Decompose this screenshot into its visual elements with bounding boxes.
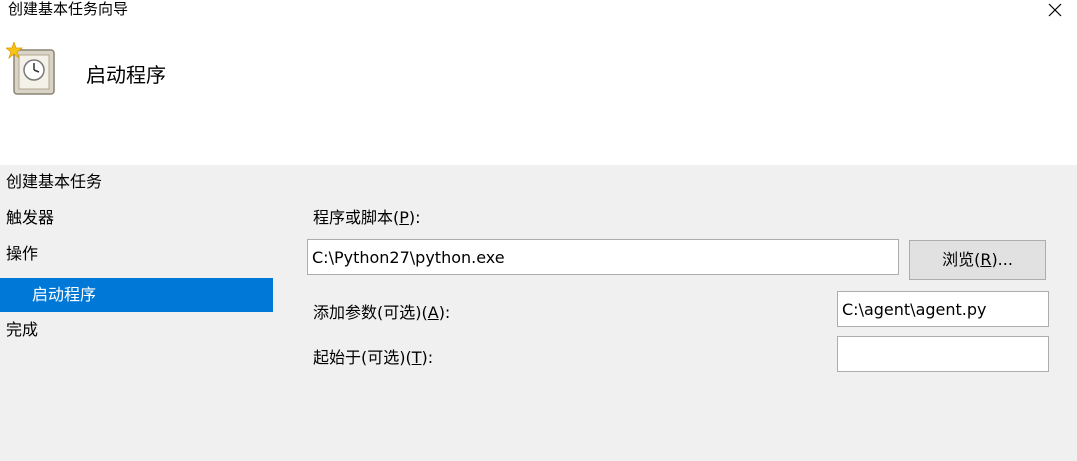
nav-step-start-program[interactable]: 启动程序 — [0, 278, 273, 312]
nav-step-finish[interactable]: 完成 — [0, 313, 273, 347]
arguments-label: 添加参数(可选)(A): — [313, 303, 451, 322]
nav-step-create-basic-task[interactable]: 创建基本任务 — [0, 165, 273, 199]
nav-step-label: 创建基本任务 — [6, 172, 103, 191]
nav-step-label: 完成 — [6, 320, 39, 339]
title-bar: 创建基本任务向导 — [0, 0, 1077, 22]
page-title: 启动程序 — [86, 63, 166, 87]
close-icon — [1048, 3, 1062, 17]
close-button[interactable] — [1040, 0, 1070, 20]
nav-step-label: 触发器 — [6, 208, 55, 227]
browse-button[interactable]: 浏览(R)... — [909, 240, 1046, 280]
wizard-body: 创建基本任务 触发器 操作 启动程序 完成 程序或脚本(P): 浏览(R)...… — [0, 165, 1077, 461]
wizard-header: 启动程序 — [0, 22, 1077, 165]
nav-step-label: 启动程序 — [32, 285, 97, 304]
start-in-label: 起始于(可选)(T): — [313, 348, 434, 367]
nav-step-action[interactable]: 操作 — [0, 237, 273, 271]
arguments-input[interactable] — [837, 291, 1049, 327]
nav-step-label: 操作 — [6, 244, 39, 263]
start-in-input[interactable] — [837, 336, 1049, 372]
window-title: 创建基本任务向导 — [8, 0, 129, 18]
program-script-input[interactable] — [307, 239, 899, 275]
wizard-steps-nav: 创建基本任务 触发器 操作 启动程序 完成 — [0, 165, 273, 461]
nav-step-trigger[interactable]: 触发器 — [0, 201, 273, 235]
program-script-label: 程序或脚本(P): — [313, 208, 421, 227]
task-scheduler-clock-icon — [4, 40, 56, 96]
